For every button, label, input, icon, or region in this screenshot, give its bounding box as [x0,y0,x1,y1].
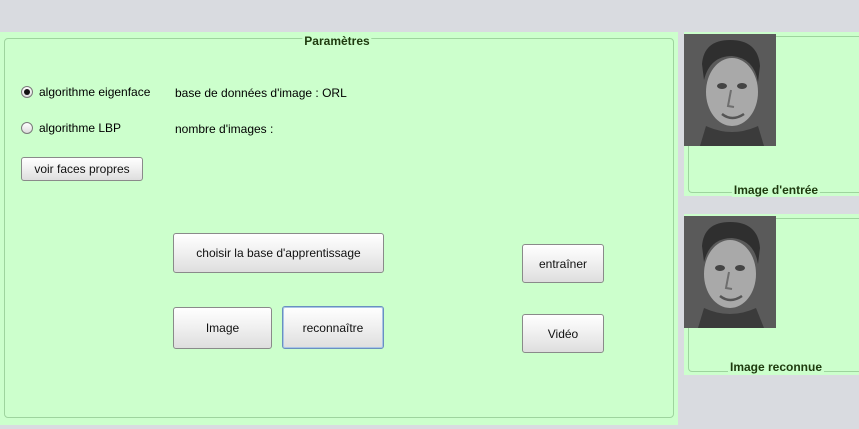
recognized-image-pane: Image reconnue [684,214,859,375]
radio-eigenface-indicator [21,86,33,98]
parameters-pane: Paramètres algorithme eigenface base de … [0,32,678,425]
recognize-button[interactable]: reconnaître [282,306,384,349]
database-label: base de données d'image : ORL [175,86,347,100]
radio-lbp[interactable]: algorithme LBP [21,121,121,135]
parameters-title: Paramètres [302,34,372,48]
radio-lbp-indicator [21,122,33,134]
video-button[interactable]: Vidéo [522,314,604,353]
input-face-image [684,34,776,146]
image-count-label: nombre d'images : [175,122,274,136]
radio-lbp-label: algorithme LBP [39,121,122,135]
radio-eigenface[interactable]: algorithme eigenface [21,85,150,99]
choose-training-base-button[interactable]: choisir la base d'apprentissage [173,233,384,273]
input-image-caption: Image d'entrée [731,183,821,197]
image-button[interactable]: Image [173,307,272,349]
recognized-image-caption: Image reconnue [727,360,825,374]
train-button[interactable]: entraîner [522,244,604,283]
radio-eigenface-label: algorithme eigenface [39,85,151,99]
show-eigenfaces-button[interactable]: voir faces propres [21,157,143,181]
recognized-face-image [684,216,776,328]
input-image-pane: Image d'entrée [684,32,859,197]
